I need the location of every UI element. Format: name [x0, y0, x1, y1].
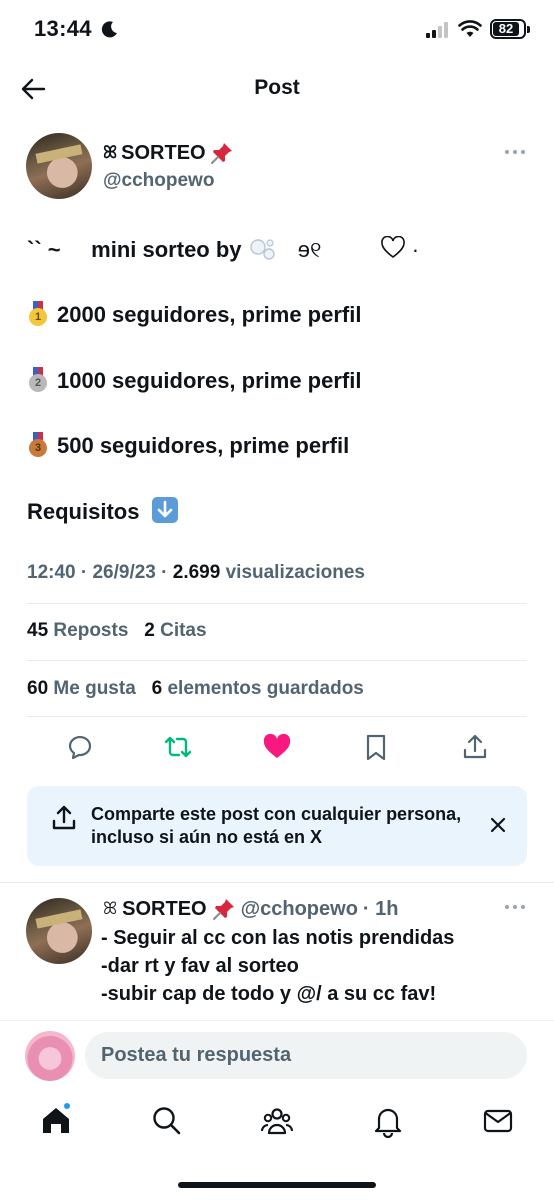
top-header: Post [0, 62, 554, 116]
author-handle[interactable]: @cchopewo [103, 170, 214, 192]
close-icon[interactable] [487, 814, 509, 836]
down-arrow-icon [151, 497, 178, 523]
prize-1-text: 2000 seguidores, prime perfil [57, 302, 362, 327]
views-label: visualizaciones [225, 562, 365, 583]
reply-time: · 1h [362, 897, 399, 920]
bookmarks-count: 6 [151, 678, 163, 699]
divider [27, 716, 527, 717]
likes-label: Me gusta [53, 678, 136, 699]
quotes-label: Citas [160, 620, 207, 641]
author-name[interactable]: ꕤ SORTEO [103, 141, 234, 165]
wifi-icon [458, 20, 482, 37]
reposts-label: Reposts [53, 620, 129, 641]
reply-author-avatar[interactable] [26, 898, 92, 964]
views-count: 2.699 [172, 562, 221, 583]
reply-text-line: -dar rt y fav al sorteo [101, 955, 299, 977]
cellular-signal-icon [426, 22, 448, 38]
divider [27, 603, 527, 604]
share-icon [52, 805, 76, 830]
bookmarks-link[interactable]: 6 elementos guardados [152, 678, 364, 699]
bubbles-icon [249, 239, 275, 260]
heart-outline-icon [380, 235, 405, 259]
share-prompt-text: Comparte este post con cualquier persona… [91, 804, 462, 847]
status-time: 13:44 [34, 16, 92, 41]
battery-icon: 82 [490, 19, 530, 39]
post-title-text: `` ~ mini sorteo by [27, 237, 242, 262]
prize-2-text: 1000 seguidores, prime perfil [57, 368, 362, 393]
share-prompt-card[interactable]: Comparte este post con cualquier persona… [27, 786, 527, 866]
butterfly-icon: ꕤ [103, 899, 118, 918]
quotes-link[interactable]: 2 Citas [144, 620, 206, 641]
author-name-text: SORTEO [121, 141, 206, 164]
requirements-text: Requisitos [27, 499, 140, 524]
page-title: Post [254, 76, 300, 99]
messages-icon[interactable] [481, 1104, 515, 1138]
reply-author-handle[interactable]: @cchopewo [241, 898, 358, 921]
bookmark-icon[interactable] [361, 732, 391, 762]
dot-glyph: · [411, 237, 420, 262]
bottom-tab-bar [0, 1092, 554, 1154]
reposts-link[interactable]: 45 Reposts [27, 620, 128, 641]
share-icon[interactable] [460, 732, 490, 762]
reply-input[interactable]: Postea tu respuesta [85, 1032, 527, 1079]
post-title-line: `` ~ mini sorteo by ɘ୧ · [27, 235, 420, 263]
author-avatar[interactable] [26, 133, 92, 199]
status-bar: 13:44 82 [0, 0, 554, 62]
silver-medal-icon: 2 [27, 367, 49, 392]
prize-line-2: 2 1000 seguidores, prime perfil [27, 367, 361, 394]
reply-text-line: - Seguir al cc con las notis prendidas [101, 927, 455, 949]
reply-author-name[interactable]: SORTEO [122, 898, 206, 921]
likes-link[interactable]: 60 Me gusta [27, 678, 136, 699]
likes-count: 60 [27, 678, 49, 699]
repost-icon[interactable] [163, 732, 193, 762]
gold-medal-icon: 1 [27, 301, 49, 326]
reposts-count: 45 [27, 620, 49, 641]
likes-stats-row: 60 Me gusta 6 elementos guardados [27, 678, 364, 700]
bookmarks-label: elementos guardados [167, 678, 364, 699]
reply-text-line: -subir cap de todo y @/ a su cc fav! [101, 983, 437, 1005]
pushpin-icon [212, 899, 234, 920]
post-title-tail: ɘ୧ [297, 237, 322, 262]
reply-more-options-icon[interactable] [505, 905, 529, 913]
prize-line-3: 3 500 seguidores, prime perfil [27, 432, 349, 459]
home-indicator [178, 1182, 376, 1188]
post-timestamp: 12:40 · 26/9/23 · [27, 562, 173, 583]
battery-level: 82 [493, 22, 519, 36]
divider [27, 660, 527, 661]
home-notification-dot [62, 1101, 72, 1111]
reposts-stats-row: 45 Reposts 2 Citas [27, 620, 207, 642]
post-meta: 12:40 · 26/9/23 · 2.699 visualizaciones [27, 562, 365, 584]
prize-3-text: 500 seguidores, prime perfil [57, 433, 350, 458]
user-avatar[interactable] [25, 1031, 75, 1081]
quotes-count: 2 [144, 620, 155, 641]
prize-line-1: 1 2000 seguidores, prime perfil [27, 301, 361, 328]
bronze-medal-icon: 3 [27, 432, 49, 457]
section-divider [0, 882, 554, 883]
more-options-icon[interactable] [505, 150, 529, 158]
notifications-bell-icon[interactable] [371, 1104, 405, 1138]
like-filled-icon[interactable] [262, 732, 292, 762]
butterfly-icon: ꕤ [103, 143, 118, 162]
post-actions [0, 729, 554, 765]
requirements-line: Requisitos [27, 497, 178, 525]
communities-icon[interactable] [260, 1104, 294, 1138]
reply-compose-bar: Postea tu respuesta [0, 1020, 554, 1090]
reply-icon[interactable] [65, 732, 95, 762]
moon-icon [101, 21, 117, 38]
reply-header: ꕤ SORTEO @cchopewo · 1h [103, 897, 398, 921]
pushpin-icon [210, 143, 232, 164]
search-icon[interactable] [150, 1104, 184, 1138]
